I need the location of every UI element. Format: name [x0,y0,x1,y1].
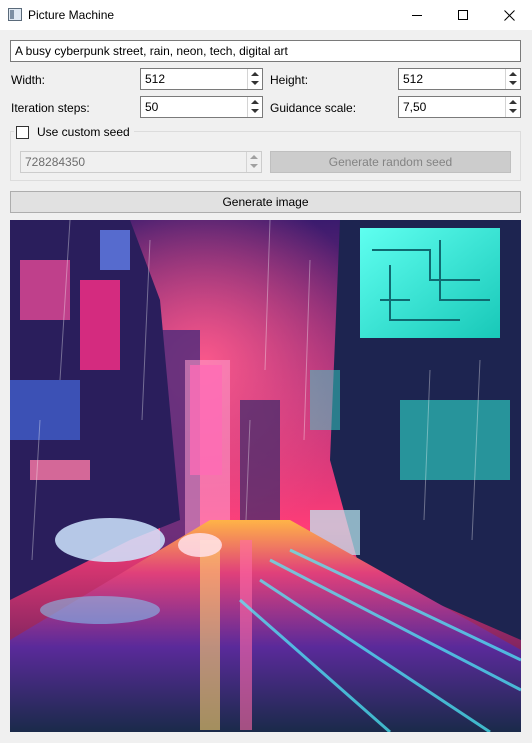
guidance-label: Guidance scale: [270,101,357,115]
steps-value: 50 [145,100,159,114]
close-icon [503,9,515,21]
spin-down-icon[interactable] [250,164,258,168]
spin-down-icon[interactable] [509,81,517,85]
custom-seed-checkbox[interactable] [16,125,29,139]
custom-seed-toggle[interactable]: Use custom seed [14,124,134,140]
minimize-button[interactable] [394,0,440,30]
title-bar: Picture Machine [0,0,532,30]
width-spinbox[interactable]: 512 [140,68,263,90]
close-button[interactable] [486,0,532,30]
guidance-value: 7,50 [403,100,427,114]
height-stepper[interactable] [505,69,520,89]
spin-up-icon[interactable] [251,72,259,76]
spin-down-icon[interactable] [251,109,259,113]
cyberpunk-street-image [10,220,521,732]
guidance-spinbox[interactable]: 7,50 [398,96,521,118]
app-window-icon [8,8,22,21]
width-label: Width: [11,73,46,87]
window-title: Picture Machine [28,8,115,22]
spin-up-icon[interactable] [509,72,517,76]
spin-up-icon[interactable] [509,100,517,104]
seed-stepper[interactable] [246,152,261,172]
steps-spinbox[interactable]: 50 [140,96,263,118]
spin-up-icon[interactable] [251,100,259,104]
seed-spinbox[interactable]: 728284350 [20,151,262,173]
maximize-icon [458,10,468,20]
width-stepper[interactable] [247,69,262,89]
generated-image [10,220,521,732]
prompt-input[interactable]: A busy cyberpunk street, rain, neon, tec… [10,40,521,62]
steps-stepper[interactable] [247,97,262,117]
height-value: 512 [403,72,424,86]
spin-down-icon[interactable] [509,109,517,113]
minimize-icon [412,14,422,16]
seed-value: 728284350 [25,155,86,169]
maximize-button[interactable] [440,0,486,30]
steps-label: Iteration steps: [11,101,90,115]
spin-down-icon[interactable] [251,81,259,85]
custom-seed-label: Use custom seed [37,125,130,139]
generate-image-button[interactable]: Generate image [10,191,521,213]
width-value: 512 [145,72,166,86]
generate-random-seed-button[interactable]: Generate random seed [270,151,511,173]
height-label: Height: [270,73,309,87]
spin-up-icon[interactable] [250,155,258,159]
guidance-stepper[interactable] [505,97,520,117]
height-spinbox[interactable]: 512 [398,68,521,90]
